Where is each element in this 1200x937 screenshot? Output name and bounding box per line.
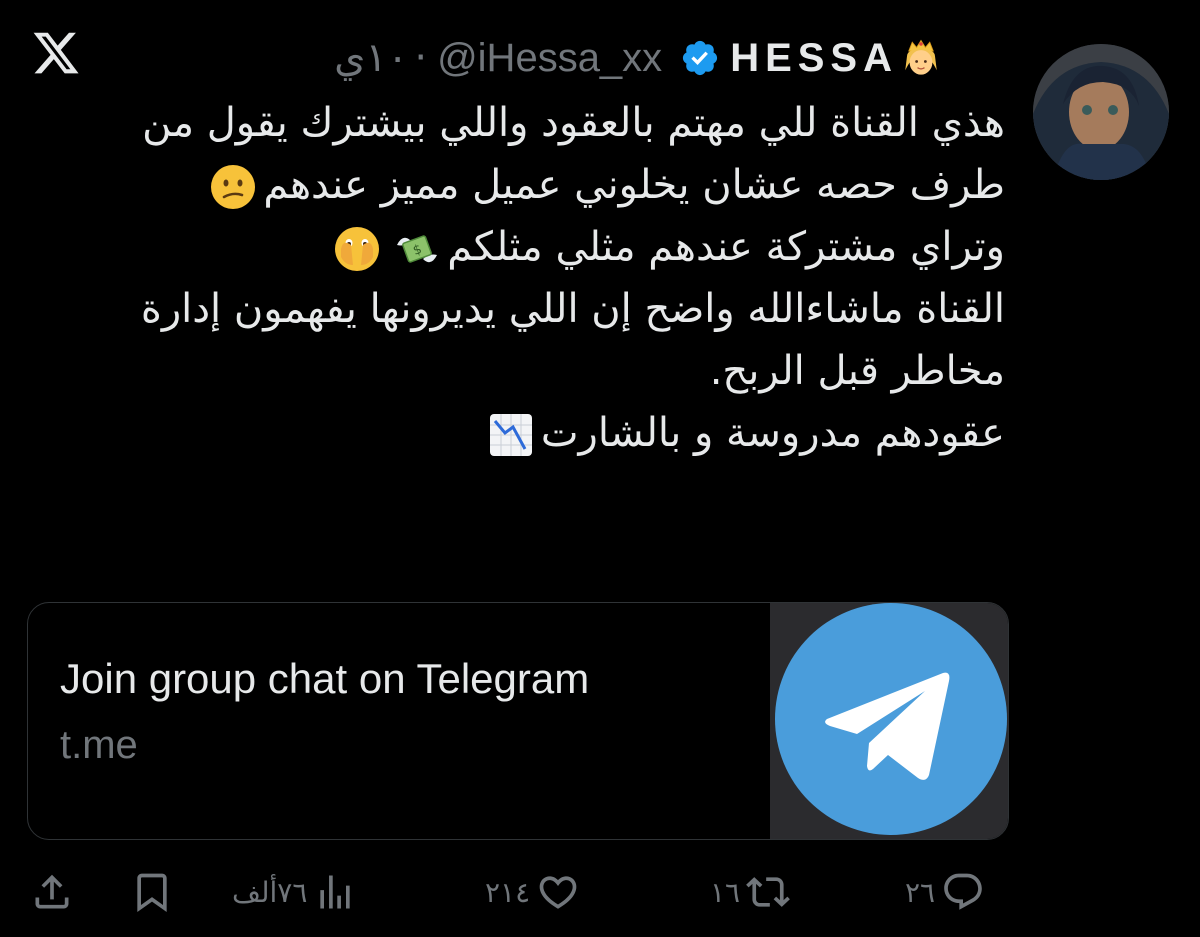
bookmark-button[interactable] [130,862,174,922]
analytics-icon [320,875,351,909]
face-with-hand-over-mouth-emoji-icon [335,227,380,271]
money-with-wings-emoji-icon: $ [397,235,438,263]
views-count: ٧٦ألف [232,875,308,909]
reply-count: ٢٦ [905,875,936,909]
heart-icon [539,876,577,909]
repost-icon [746,877,790,907]
repost-button[interactable]: ١٦ [710,862,790,922]
card-domain: t.me [60,723,138,767]
card-text: Join group chat on Telegram t.me [60,655,589,768]
tweet-line-3: وتراي مشتركة عندهم مثلي مثلكم [447,224,1005,270]
bookmark-icon [137,873,167,913]
like-count: ٢١٤ [485,875,531,909]
repost-count: ١٦ [710,875,741,909]
chart-decreasing-emoji-icon [489,414,532,456]
views-button[interactable]: ٧٦ألف [232,862,357,922]
tweet-text: هذي القناة للي مهتم بالعقود واللي بيشترك… [45,92,1005,464]
tweet-line-2: طرف حصه عشان يخلوني عميل مميز عندهم [263,162,1005,208]
verified-badge-icon [683,40,718,76]
card-thumbnail[interactable] [770,603,1008,839]
x-logo-icon[interactable] [30,28,82,78]
tweet-action-bar: ٧٦ألف ٢١٤ ١٦ ٢٦ [0,862,1200,922]
like-button[interactable]: ٢١٤ [485,862,580,922]
avatar[interactable] [1033,44,1169,180]
tweet-line-1: هذي القناة للي مهتم بالعقود واللي بيشترك… [142,100,1005,146]
share-icon [35,874,69,909]
header-separator: · [414,35,428,81]
link-preview-card[interactable]: Join group chat on Telegram t.me [27,602,1009,840]
tweet-line-6: عقودهم مدروسة و بالشارت [540,410,1005,456]
tweet-header: ١٠ي · @iHessa_xx HESSA [334,32,942,84]
tweet-line-4: القناة ماشاءالله واضح إن اللي يديرونها ي… [140,286,1005,332]
tweet-line-2-row: طرف حصه عشان يخلوني عميل مميز عندهم [45,154,1005,216]
reply-icon [944,873,982,910]
tweet-time[interactable]: ١٠ي [334,35,408,81]
tweet-line-5: مخاطر قبل الربح. [709,348,1005,394]
card-title[interactable]: Join group chat on Telegram [60,655,589,703]
princess-emoji-icon [905,39,937,75]
share-button[interactable] [30,862,74,922]
tweet-line-3-row: وتراي مشتركة عندهم مثلي مثلكم $ [45,216,1005,278]
tweet-line-6-row: عقودهم مدروسة و بالشارت [45,402,1005,464]
author-handle[interactable]: @iHessa_xx [437,36,662,81]
confused-face-emoji-icon [211,165,256,209]
reply-button[interactable]: ٢٦ [905,862,985,922]
author-display-name[interactable]: HESSA [730,36,898,81]
telegram-logo-icon [775,603,1007,835]
